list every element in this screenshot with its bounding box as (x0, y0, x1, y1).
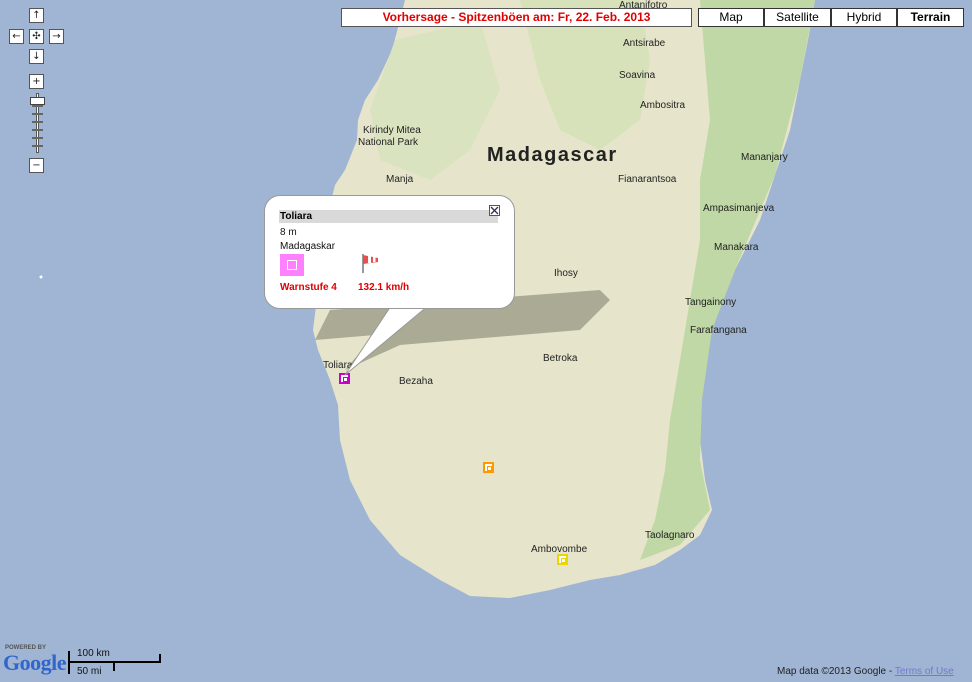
country-label: Madagascar (487, 144, 618, 166)
map-type-hybrid-button[interactable]: Hybrid (831, 8, 897, 27)
terrain-map[interactable] (0, 0, 972, 682)
place-label: Mananjary (741, 152, 788, 163)
pan-right-button[interactable]: → (49, 29, 64, 44)
place-label: Manakara (714, 242, 759, 253)
station-marker-ambovombe[interactable] (557, 554, 568, 565)
place-label: Taolagnaro (645, 530, 695, 541)
copyright: Map data ©2013 Google - Terms of Use (777, 666, 954, 677)
place-label: Kirindy Mitea (363, 125, 421, 136)
pan-left-button[interactable]: ← (9, 29, 24, 44)
map-type-map-button[interactable]: Map (698, 8, 764, 27)
warn-level-swatch (280, 254, 304, 276)
place-label: Betroka (543, 353, 578, 364)
place-label: Antsirabe (623, 38, 666, 49)
popup-station-name: Toliara (279, 210, 498, 223)
popup-country: Madagaskar (280, 241, 336, 252)
map-type-terrain-button[interactable]: Terrain (897, 8, 964, 27)
zoom-out-button[interactable]: − (29, 158, 44, 173)
place-label: National Park (358, 137, 419, 148)
place-label: Fianarantsoa (618, 174, 677, 185)
zoom-in-button[interactable]: + (29, 74, 44, 89)
place-label: Soavina (619, 70, 656, 81)
place-label: Manja (386, 174, 414, 185)
place-label: Ihosy (554, 268, 578, 279)
close-icon[interactable] (489, 205, 500, 216)
map-type-satellite-button[interactable]: Satellite (764, 8, 831, 27)
windsock-icon (362, 254, 378, 273)
popup-elevation: 8 m (280, 227, 297, 238)
scale-mi: 50 mi (77, 666, 102, 677)
scale-km: 100 km (77, 648, 110, 659)
zoom-slider-thumb[interactable] (30, 97, 45, 105)
terms-of-use-link[interactable]: Terms of Use (895, 666, 954, 677)
pan-center-button[interactable]: ✣ (29, 29, 44, 44)
zoom-slider[interactable] (30, 93, 45, 153)
popup-gust-speed: 132.1 km/h (358, 282, 410, 293)
place-label: Farafangana (690, 325, 747, 336)
place-label: Antanifotro (619, 0, 668, 11)
popup-warn-level: Warnstufe 4 (280, 282, 337, 293)
pan-down-button[interactable]: ↓ (29, 49, 44, 64)
place-label: Ambositra (640, 100, 686, 111)
station-marker-inland[interactable] (483, 462, 494, 473)
pan-up-button[interactable]: ↑ (29, 8, 44, 23)
popup-tail (344, 300, 436, 376)
place-label: Ampasimanjeva (703, 203, 775, 214)
place-label: Tangainony (685, 297, 737, 308)
info-popup: Toliara 8 m Madagaskar Warnstufe 4 132.1… (264, 195, 515, 309)
google-logo[interactable]: Google (3, 650, 67, 676)
